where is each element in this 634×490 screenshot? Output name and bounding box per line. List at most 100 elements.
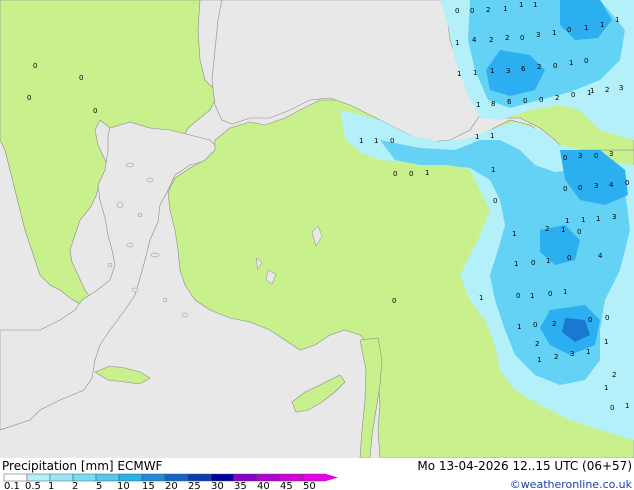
precip-value: 0 xyxy=(409,170,413,178)
precip-value: 1 xyxy=(359,137,363,145)
precipitation-map: 0 0 2 1 1 1 1 4 2 2 0 3 1 0 1 1 1 1 1 1 … xyxy=(0,0,634,458)
precip-value: 1 xyxy=(490,132,494,140)
scale-label: 1 xyxy=(48,481,54,490)
precip-value: 0 xyxy=(493,197,497,205)
precip-value: 0 xyxy=(27,94,31,102)
precip-value: 0 xyxy=(393,170,397,178)
precip-value: 0 xyxy=(567,254,571,262)
precip-value: 2 xyxy=(537,63,541,71)
precip-value: 2 xyxy=(535,340,539,348)
precip-value: 2 xyxy=(486,6,490,14)
precip-value: 0 xyxy=(455,7,459,15)
precip-value: 1 xyxy=(563,288,567,296)
precip-value: 0 xyxy=(563,154,567,162)
precip-value: 1 xyxy=(596,215,600,223)
credit-link[interactable]: ©weatheronline.co.uk xyxy=(510,478,633,490)
scale-label: 10 xyxy=(117,481,130,490)
precip-value: 6 xyxy=(507,98,512,106)
precip-value: 1 xyxy=(425,169,429,177)
scale-swatch xyxy=(49,473,74,482)
scale-swatch xyxy=(164,473,189,482)
precip-value: 0 xyxy=(588,316,592,324)
precip-value: 3 xyxy=(578,152,582,160)
precip-value: 4 xyxy=(609,181,614,189)
precip-value: 0 xyxy=(33,62,37,70)
precip-value: 1 xyxy=(490,67,494,75)
precip-value: 1 xyxy=(514,260,518,268)
precip-value: 1 xyxy=(604,384,608,392)
precip-value: 1 xyxy=(473,69,477,77)
precip-value: 4 xyxy=(598,252,603,260)
scale-label: 0.1 xyxy=(4,481,20,490)
precip-value: 1 xyxy=(604,338,608,346)
precip-value: 0 xyxy=(625,179,629,187)
scale-label: 45 xyxy=(280,481,293,490)
precip-value: 3 xyxy=(609,150,613,158)
precip-value: 3 xyxy=(594,182,598,190)
scale-swatch xyxy=(95,473,120,482)
precip-value: 0 xyxy=(470,7,474,15)
precip-value: 2 xyxy=(489,36,493,44)
scale-label: 25 xyxy=(188,481,201,490)
precip-value: 1 xyxy=(517,323,521,331)
precip-value: 1 xyxy=(503,5,507,13)
precip-value: 2 xyxy=(554,353,558,361)
precip-value: 0 xyxy=(605,314,609,322)
precip-scale-labels: 0.1 0.5 1 2 5 10 15 20 25 30 35 40 45 50 xyxy=(4,481,316,490)
precip-value: 1 xyxy=(457,70,461,78)
precip-value: 0 xyxy=(533,321,537,329)
precip-value: 0 xyxy=(390,137,394,145)
scale-swatch xyxy=(233,473,258,482)
precip-value: 0 xyxy=(553,62,557,70)
scale-swatch xyxy=(187,473,212,482)
precip-value: 2 xyxy=(552,320,556,328)
scale-swatch xyxy=(26,473,51,482)
precip-value: 1 xyxy=(586,348,590,356)
precip-value: 0 xyxy=(79,74,83,82)
precip-value: 1 xyxy=(491,166,495,174)
precip-value: 0 xyxy=(93,107,97,115)
scale-swatch xyxy=(118,473,143,482)
scale-swatch xyxy=(279,473,304,482)
precip-value: 1 xyxy=(584,24,588,32)
scale-label: 50 xyxy=(303,481,316,490)
precip-value: 0 xyxy=(610,404,614,412)
scale-swatch xyxy=(141,473,166,482)
precip-value: 1 xyxy=(537,356,541,364)
precip-value: 1 xyxy=(587,89,591,97)
precip-value: 0 xyxy=(539,96,543,104)
scale-label: 0.5 xyxy=(25,481,41,490)
scale-label: 15 xyxy=(142,481,155,490)
precip-value: 3 xyxy=(536,31,540,39)
scale-swatch xyxy=(302,473,327,482)
precip-value: 0 xyxy=(548,290,552,298)
precip-value: 0 xyxy=(567,26,571,34)
precip-value: 8 xyxy=(491,100,495,108)
scale-swatch xyxy=(3,473,28,482)
precip-value: 0 xyxy=(392,297,396,305)
precip-value: 3 xyxy=(619,84,623,92)
precip-value: 1 xyxy=(530,292,534,300)
precip-value: 1 xyxy=(546,257,550,265)
precip-value: 1 xyxy=(569,59,573,67)
precip-value: 1 xyxy=(552,29,556,37)
scale-swatch xyxy=(72,473,97,482)
precip-value: 4 xyxy=(472,36,477,44)
precip-value: 1 xyxy=(561,226,565,234)
precip-value: 2 xyxy=(555,94,559,102)
precip-value: 1 xyxy=(475,133,479,141)
precip-value: 1 xyxy=(565,217,569,225)
precip-value: 1 xyxy=(615,16,619,24)
precip-value: 0 xyxy=(594,152,598,160)
precip-value: 0 xyxy=(563,185,567,193)
scale-swatch xyxy=(210,473,235,482)
scale-swatch xyxy=(256,473,281,482)
scale-arrow xyxy=(326,474,338,481)
precip-value: 2 xyxy=(505,34,509,42)
precip-value: 0 xyxy=(523,97,527,105)
precip-value: 1 xyxy=(479,294,483,302)
precip-value: 3 xyxy=(612,213,616,221)
precip-value: 1 xyxy=(374,137,378,145)
precip-value: 0 xyxy=(584,57,588,65)
precip-value: 1 xyxy=(533,1,537,9)
